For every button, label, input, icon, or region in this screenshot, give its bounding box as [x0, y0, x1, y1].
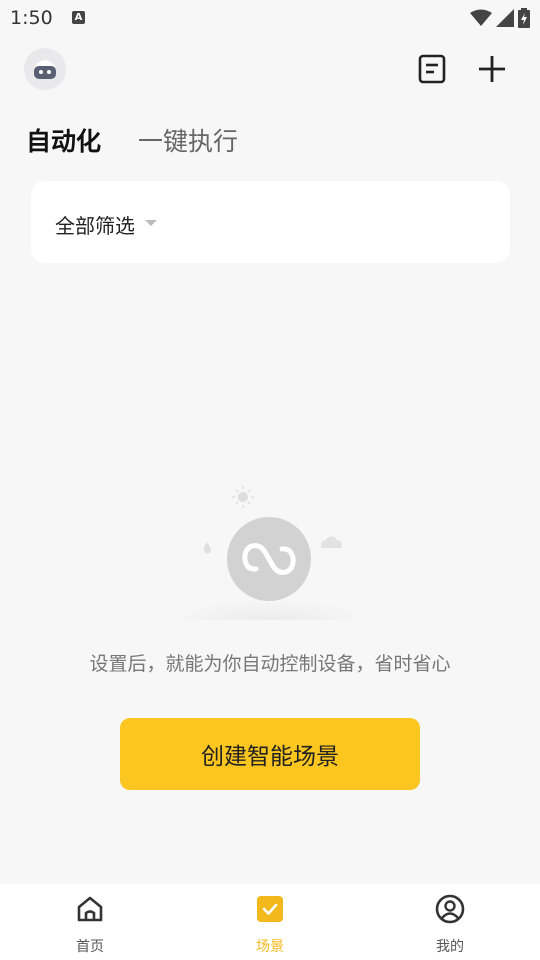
tab-one-click[interactable]: 一键执行 [138, 122, 238, 158]
status-bar: 1:50 A [0, 0, 540, 38]
status-time: 1:50 [10, 7, 53, 29]
cloud-icon [321, 536, 342, 548]
filter-card: 全部筛选 [31, 181, 510, 263]
bottom-nav: 首页 场景 我的 [0, 884, 540, 960]
wifi-icon [470, 9, 492, 26]
drop-icon [203, 542, 211, 554]
signal-icon [496, 9, 514, 27]
create-scene-button[interactable]: 创建智能场景 [120, 718, 420, 790]
nav-item-scene[interactable]: 场景 [180, 884, 360, 960]
robot-avatar-icon [34, 60, 56, 79]
profile-icon [435, 894, 465, 924]
empty-message: 设置后，就能为你自动控制设备，省时省心 [89, 653, 451, 675]
sun-icon [232, 486, 254, 508]
document-icon [418, 54, 446, 84]
battery-icon [518, 8, 530, 28]
document-button[interactable] [416, 52, 448, 86]
caret-down-icon [145, 220, 157, 226]
plus-icon [479, 56, 505, 82]
scene-check-icon [257, 896, 283, 922]
nav-label-scene: 场景 [256, 939, 284, 955]
nav-item-profile[interactable]: 我的 [360, 884, 540, 960]
filter-dropdown[interactable]: 全部筛选 [55, 210, 135, 239]
nav-label-home: 首页 [76, 939, 104, 955]
add-button[interactable] [476, 52, 508, 86]
nav-label-profile: 我的 [436, 939, 464, 955]
empty-illustration [170, 480, 370, 620]
avatar[interactable] [24, 48, 66, 90]
notification-a-icon: A [72, 11, 85, 24]
nav-item-home[interactable]: 首页 [0, 884, 180, 960]
tab-automation[interactable]: 自动化 [26, 122, 101, 158]
status-icons [470, 7, 530, 29]
home-icon [77, 896, 103, 922]
